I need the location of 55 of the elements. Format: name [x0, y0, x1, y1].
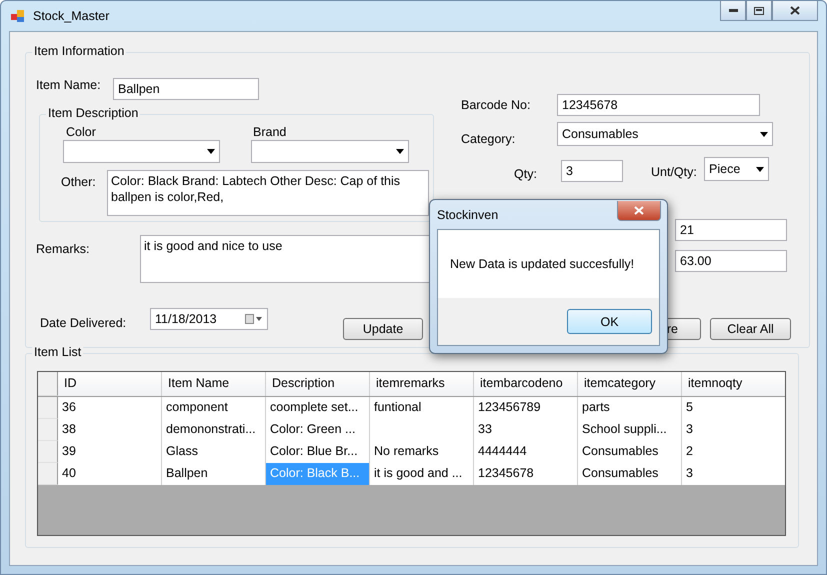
maximize-button[interactable]: [746, 1, 772, 21]
field-label: Brand: [253, 125, 286, 139]
field-label: Barcode No:: [461, 98, 530, 112]
close-icon: [790, 6, 800, 15]
date-picker[interactable]: 11/18/2013: [150, 308, 268, 330]
clear-all-button[interactable]: Clear All: [710, 318, 791, 340]
qty-field[interactable]: 3: [561, 160, 623, 182]
close-button[interactable]: [772, 1, 818, 21]
column-header[interactable]: itemcategory: [578, 372, 682, 396]
row-header[interactable]: [38, 397, 58, 419]
unit-dropdown[interactable]: Piece: [704, 157, 769, 181]
column-header[interactable]: Item Name: [162, 372, 266, 396]
close-button[interactable]: [617, 200, 661, 220]
field-label: Category:: [461, 132, 516, 146]
ok-button[interactable]: OK: [567, 309, 652, 334]
minimize-icon: [728, 9, 738, 12]
dropdown-arrow-icon: [760, 132, 768, 136]
column-header[interactable]: itembarcodeno: [474, 372, 578, 396]
field-label: Remarks:: [36, 242, 90, 256]
close-icon: [634, 206, 644, 214]
dropdown-arrow-icon: [207, 149, 215, 154]
color-dropdown[interactable]: [63, 140, 220, 163]
window-title: Stock_Master: [33, 9, 110, 23]
group-title: Item Information: [32, 44, 126, 58]
category-dropdown[interactable]: Consumables: [557, 122, 773, 146]
row-header[interactable]: [38, 441, 58, 463]
other-text-area[interactable]: Color: Black Brand: Labtech Other Desc: Cap of this ballpen is color,Red,: [107, 170, 429, 216]
text-field[interactable]: 63.00: [675, 250, 787, 272]
column-header[interactable]: ID: [58, 372, 162, 396]
row-header[interactable]: [38, 463, 58, 485]
dialog-title: Stockinven: [437, 208, 498, 222]
field-label: Item Name:: [36, 78, 101, 92]
field-label: Color: [66, 125, 96, 139]
update-button[interactable]: Update: [343, 318, 423, 340]
barcode-field[interactable]: 12345678: [557, 94, 760, 116]
dropdown-arrow-icon: [396, 149, 404, 154]
column-header[interactable]: itemremarks: [370, 372, 474, 396]
field-label: Unt/Qty:: [651, 165, 697, 179]
calendar-icon: [245, 314, 263, 324]
app-icon: [11, 9, 25, 23]
brand-dropdown[interactable]: [251, 140, 409, 163]
field-label: Date Delivered:: [40, 316, 126, 330]
item-name-field[interactable]: Ballpen: [113, 78, 259, 100]
field-label: Qty:: [514, 167, 537, 181]
minimize-button[interactable]: [720, 1, 746, 21]
row-header[interactable]: [38, 419, 58, 441]
group-title: Item List: [32, 345, 84, 359]
dropdown-arrow-icon: [756, 166, 764, 172]
corner-header[interactable]: [38, 372, 58, 396]
dialog-message: New Data is updated succesfully!: [450, 257, 634, 271]
group-title: Item Description: [46, 106, 140, 120]
column-header[interactable]: Description: [266, 372, 370, 396]
text-field[interactable]: 21: [675, 219, 787, 241]
field-label: Other:: [61, 175, 96, 189]
restore-icon: [754, 6, 764, 14]
